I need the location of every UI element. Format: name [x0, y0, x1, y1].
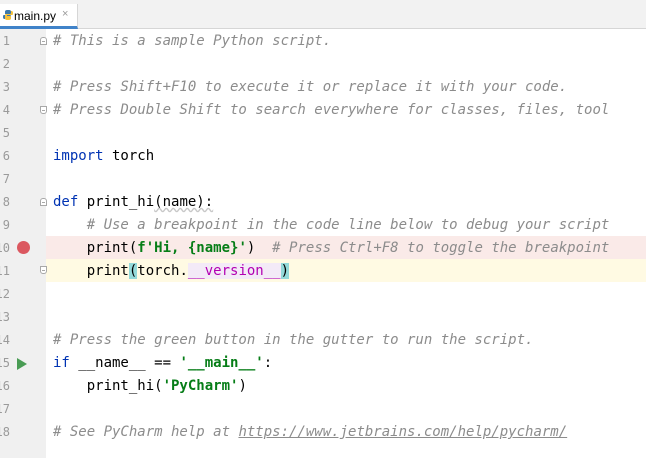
tab-main-py[interactable]: main.py × — [0, 4, 78, 29]
string-literal: 'PyCharm' — [162, 378, 239, 394]
code-text: __name__ == — [69, 355, 180, 371]
close-icon[interactable]: × — [62, 8, 68, 20]
code-text: print_hi( — [53, 378, 163, 394]
string-literal: f'Hi, {name}' — [137, 240, 247, 256]
run-arrow-icon[interactable] — [17, 358, 27, 370]
code-line-14: # Press the green button in the gutter t… — [53, 332, 534, 348]
editor-tab-bar: main.py × — [0, 0, 646, 29]
breakpoint-icon[interactable] — [17, 241, 30, 254]
line-number: 12 — [0, 287, 10, 301]
line-number: 5 — [2, 126, 10, 140]
code-line-9: # Use a breakpoint in the code line belo… — [53, 217, 610, 233]
line-number: 11 — [0, 264, 10, 278]
line-number: 17 — [0, 402, 10, 416]
code-line-10: print(f'Hi, {name}') # Press Ctrl+F8 to … — [53, 237, 610, 260]
line-number: 3 — [2, 80, 10, 94]
code-line-11: print(torch.__version__) — [53, 260, 290, 283]
keyword: def — [53, 194, 79, 210]
fold-marker-icon[interactable] — [40, 198, 47, 206]
help-link[interactable]: https://www.jetbrains.com/help/pycharm/ — [238, 424, 567, 440]
code-text: print( — [53, 240, 138, 256]
code-text: : — [263, 355, 273, 371]
line-number: 15 — [0, 356, 10, 370]
line-number: 7 — [2, 172, 10, 186]
line-number: 2 — [2, 57, 10, 71]
fold-marker-icon[interactable] — [40, 106, 47, 114]
line-number: 8 — [2, 195, 10, 209]
matched-paren: ) — [280, 263, 290, 279]
code-line-18: # See PyCharm help at https://www.jetbra… — [53, 421, 567, 444]
code-line-15: if __name__ == '__main__': — [53, 352, 272, 375]
code-text: torch. — [137, 263, 188, 279]
line-number: 1 — [2, 34, 10, 48]
inline-comment: # Press Ctrl+F8 to toggle the breakpoint — [255, 240, 610, 256]
line-number: 16 — [0, 379, 10, 393]
line-number: 18 — [0, 425, 10, 439]
comment-text: # See PyCharm help at — [53, 424, 239, 440]
code-text: torch — [103, 148, 155, 164]
line-number: 6 — [2, 149, 10, 163]
line-number: 10 — [0, 241, 10, 255]
line-number: 13 — [0, 310, 10, 324]
line-number: 14 — [0, 333, 10, 347]
code-text: (name): — [154, 194, 214, 210]
string-literal: '__main__' — [179, 355, 264, 371]
code-line-4: # Press Double Shift to search everywher… — [53, 102, 610, 118]
code-text: print — [53, 263, 129, 279]
code-line-8: def print_hi(name): — [53, 191, 213, 214]
fold-marker-icon[interactable] — [40, 266, 47, 274]
dunder-attribute: __version__ — [187, 263, 281, 279]
code-line-6: import torch — [53, 145, 154, 168]
python-file-icon — [3, 10, 13, 20]
keyword: if — [53, 355, 70, 371]
function-name: print_hi — [78, 194, 155, 210]
line-number: 9 — [2, 218, 10, 232]
line-number: 4 — [2, 103, 10, 117]
keyword: import — [53, 148, 104, 164]
code-line-3: # Press Shift+F10 to execute it or repla… — [53, 79, 568, 95]
code-line-1: # This is a sample Python script. — [53, 33, 332, 49]
code-text: ) — [238, 378, 247, 394]
fold-marker-icon[interactable] — [40, 37, 47, 45]
tab-label: main.py — [14, 9, 57, 23]
code-line-16: print_hi('PyCharm') — [53, 375, 247, 398]
